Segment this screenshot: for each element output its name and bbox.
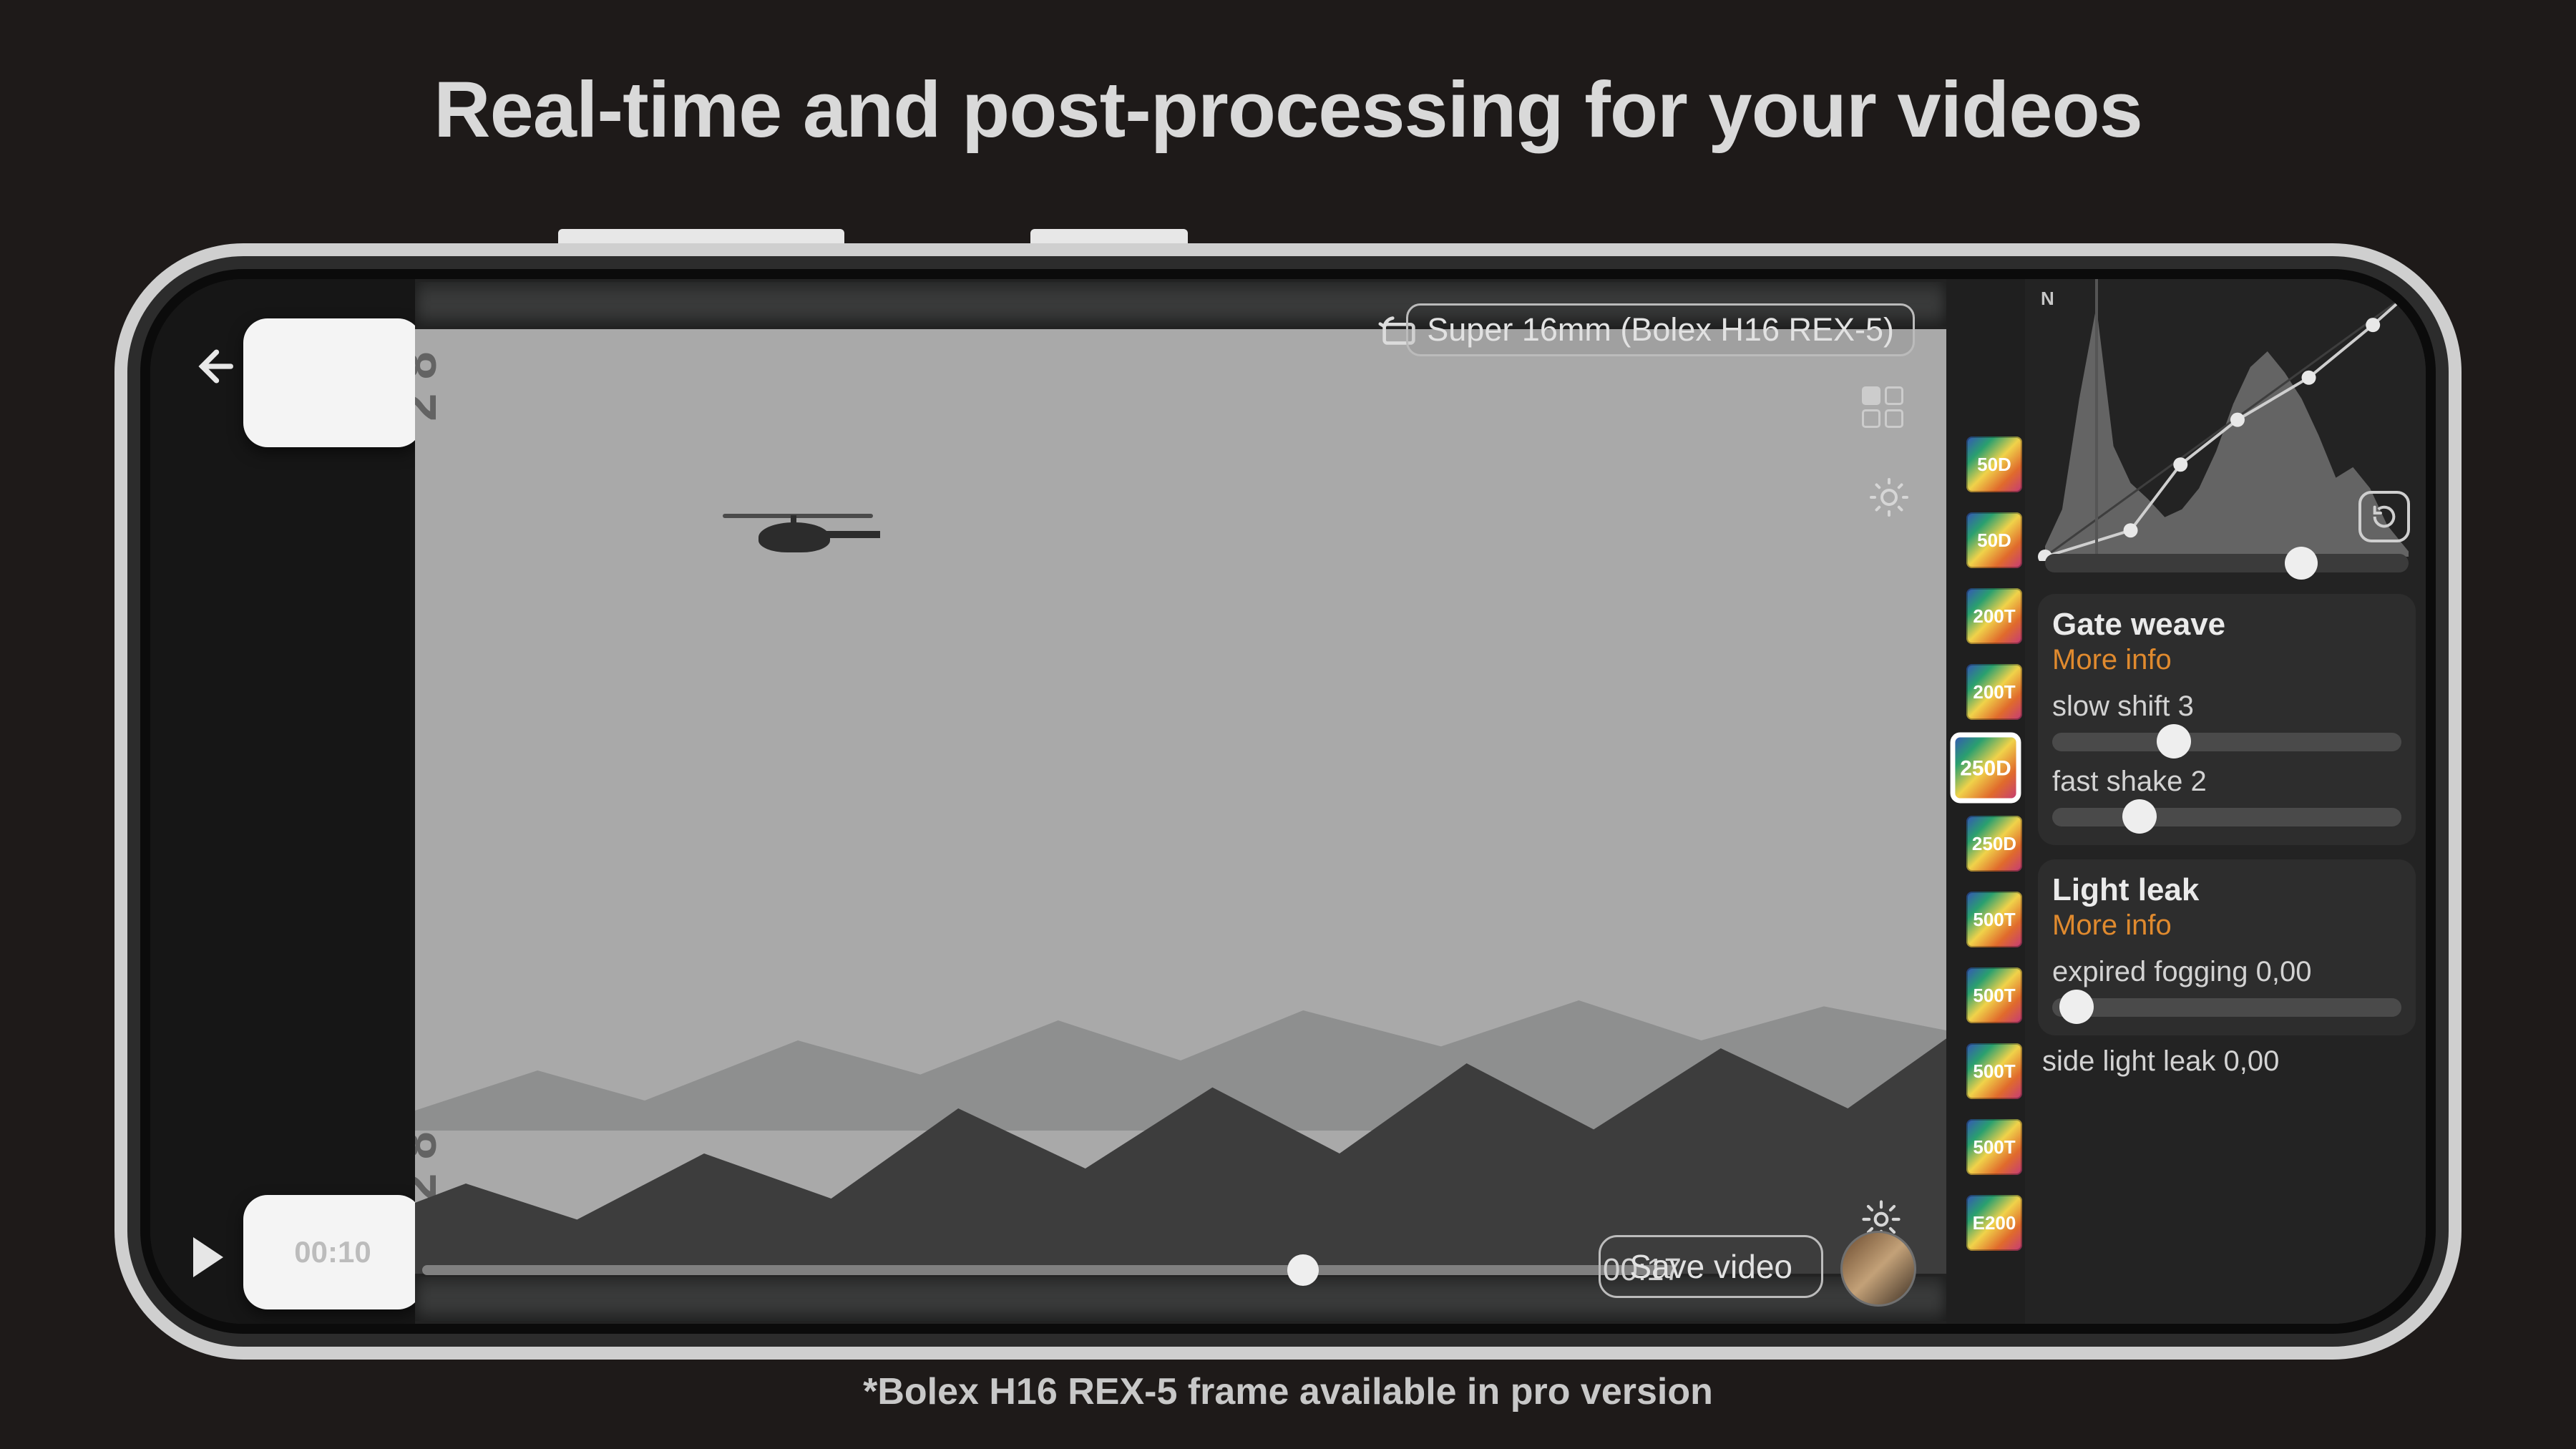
volume-button (558, 229, 844, 243)
film-stock-e200-10[interactable]: E200 (1966, 1195, 2022, 1251)
save-video-button[interactable]: Save video (1599, 1235, 1823, 1298)
power-button (1030, 229, 1188, 243)
clip-thumb-top[interactable] (243, 318, 422, 447)
left-rail: 00:10 (150, 279, 415, 1324)
light-leak-card: Light leak More info expired fogging 0,0… (2038, 859, 2416, 1035)
effects-panel: N Gate weave More info slow shift 3 (2025, 279, 2426, 1324)
film-stock-200t-2[interactable]: 200T (1966, 588, 2022, 644)
gate-weave-title: Gate weave (2052, 607, 2401, 643)
light-leak-more-info[interactable]: More info (2052, 909, 2401, 942)
histogram-divider (2095, 279, 2098, 561)
format-button[interactable]: Super 16mm (Bolex H16 REX-5) (1406, 303, 1915, 356)
grid-toggle-icon[interactable] (1862, 386, 1903, 428)
slow-shift-slider[interactable] (2052, 733, 2401, 751)
play-icon[interactable] (193, 1237, 223, 1277)
gate-weave-card: Gate weave More info slow shift 3 fast s… (2038, 594, 2416, 845)
video-preview[interactable]: 2 8 2 8 Super 16mm (Bolex H16 REX-5) (415, 279, 1946, 1324)
curve-strength-knob[interactable] (2285, 547, 2318, 580)
curve-reset-button[interactable] (2358, 491, 2410, 542)
fast-shake-slider[interactable] (2052, 808, 2401, 826)
film-stock-50d-1[interactable]: 50D (1966, 512, 2022, 568)
film-stock-500t-9[interactable]: 500T (1966, 1119, 2022, 1175)
clip-thumb-bottom[interactable]: 00:10 (243, 1195, 422, 1309)
expired-fogging-label: expired fogging 0,00 (2052, 956, 2401, 988)
histogram-panel: N (2038, 279, 2416, 580)
film-stock-250d-4[interactable]: 250D (1953, 736, 2018, 800)
gate-weave-more-info[interactable]: More info (2052, 644, 2401, 676)
phone-frame: 00:10 2 8 2 8 (114, 243, 2462, 1360)
side-light-leak-label: side light leak 0,00 (2038, 1035, 2416, 1078)
film-stock-200t-3[interactable]: 200T (1966, 664, 2022, 720)
curve-strength-slider[interactable] (2045, 554, 2409, 572)
film-stock-500t-6[interactable]: 500T (1966, 892, 2022, 947)
playback-thumb[interactable] (1287, 1254, 1319, 1286)
playback-track[interactable] (422, 1265, 1674, 1275)
app-screen: 00:10 2 8 2 8 (150, 279, 2426, 1324)
film-stock-500t-7[interactable]: 500T (1966, 967, 2022, 1023)
light-leak-title: Light leak (2052, 872, 2401, 908)
film-stock-strip: 50D 50D 200T 200T 250D 250D 500T 500T 500T 500T E2… (1946, 279, 2025, 1324)
fast-shake-label: fast shake 2 (2052, 766, 2401, 798)
brightness-icon[interactable] (1868, 476, 1908, 516)
histogram-mode-label: N (2041, 288, 2054, 310)
film-stock-250d-5[interactable]: 250D (1966, 816, 2022, 872)
scene-helicopter (723, 494, 880, 565)
save-video-label: Save video (1629, 1248, 1792, 1285)
back-icon[interactable] (186, 342, 235, 394)
marketing-headline: Real-time and post-processing for your v… (0, 64, 2576, 155)
clip-time-label: 00:10 (294, 1235, 371, 1269)
expired-fogging-slider[interactable] (2052, 998, 2401, 1017)
profile-thumbnail[interactable] (1840, 1231, 1916, 1307)
format-label: Super 16mm (Bolex H16 REX-5) (1427, 311, 1894, 348)
slow-shift-label: slow shift 3 (2052, 691, 2401, 723)
scene-mountains (415, 887, 1946, 1274)
film-stock-50d-0[interactable]: 50D (1966, 436, 2022, 492)
film-stock-500t-8[interactable]: 500T (1966, 1043, 2022, 1099)
marketing-footnote: *Bolex H16 REX-5 frame available in pro … (0, 1370, 2576, 1413)
